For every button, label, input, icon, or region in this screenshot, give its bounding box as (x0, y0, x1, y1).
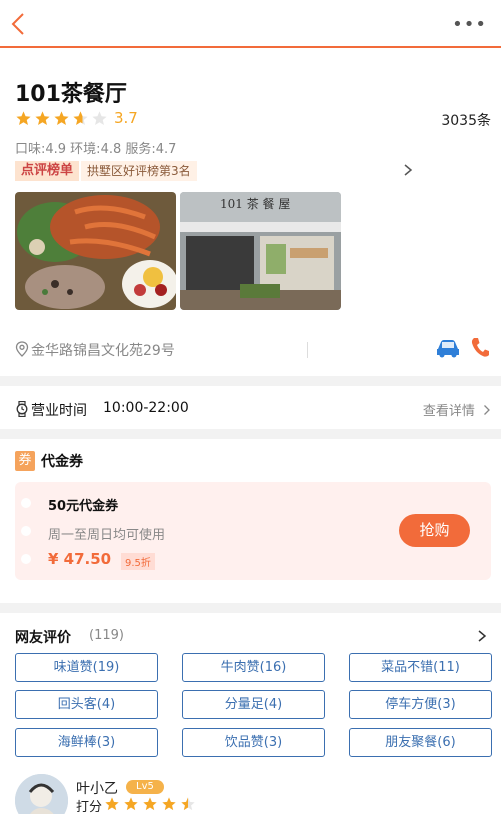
section-divider (0, 429, 501, 439)
ranking-badge: 点评榜单 (15, 161, 80, 181)
divider (307, 342, 308, 358)
reviews-count: (119) (89, 628, 124, 643)
chevron-right-icon[interactable] (477, 628, 487, 644)
half-star-icon (73, 110, 88, 125)
chevron-right-icon (484, 405, 490, 415)
voucher-discount: 9.5折 (121, 553, 155, 570)
voucher-section-title: 代金券 (41, 454, 83, 470)
chevron-left-icon[interactable] (8, 10, 30, 38)
buy-button[interactable]: 抢购 (399, 514, 470, 547)
reviews-header[interactable]: 网友评价 (119) (15, 626, 491, 646)
sub-scores: 口味:4.9 环境:4.8 服务:4.7 (15, 142, 177, 157)
star-icon (162, 797, 176, 811)
bullet-dot (21, 526, 31, 536)
review-tag[interactable]: 分量足(4) (182, 690, 325, 719)
photo-gallery[interactable]: 101 茶 餐 屋 (15, 192, 341, 310)
voucher-description: 周一至周日均可使用 (48, 528, 166, 543)
rating-value: 3.7 (114, 109, 138, 127)
section-divider (0, 603, 501, 613)
star-icon (16, 110, 31, 125)
view-details-link[interactable]: 查看详情 (423, 400, 491, 419)
half-star-icon (181, 797, 195, 811)
review-tag[interactable]: 回头客(4) (15, 690, 158, 719)
review-tag[interactable]: 饮品赞(3) (182, 728, 325, 757)
reviews-title: 网友评价 (15, 630, 71, 646)
empty-star-icon (92, 110, 107, 125)
score-label: 打分 (76, 800, 103, 814)
location-icon (15, 341, 29, 357)
ranking-row[interactable]: 点评榜单 拱墅区好评榜第3名 (15, 160, 405, 182)
user-rating-stars (104, 796, 199, 812)
voucher-price: ¥ 47.50 (48, 550, 112, 568)
top-bar: ••• (0, 0, 501, 48)
view-details-label: 查看详情 (422, 404, 475, 419)
avatar[interactable] (15, 774, 68, 814)
car-icon[interactable] (435, 338, 461, 358)
food-photo[interactable] (15, 192, 176, 310)
section-divider (0, 376, 501, 386)
phone-icon[interactable] (470, 336, 490, 358)
voucher-header: 券 代金券 (15, 451, 83, 471)
review-tag[interactable]: 海鲜棒(3) (15, 728, 158, 757)
chevron-right-icon[interactable] (403, 162, 413, 178)
more-icon[interactable]: ••• (452, 16, 487, 34)
address-row[interactable]: 金华路锦昌文化苑29号 (15, 338, 491, 360)
star-icon (143, 797, 157, 811)
shop-name: 101茶餐厅 (15, 82, 127, 107)
voucher-icon: 券 (15, 451, 35, 471)
hours-label: 营业时间 (31, 403, 87, 419)
voucher-name: 50元代金券 (48, 499, 119, 514)
review-tag[interactable]: 牛肉赞(16) (182, 653, 325, 682)
review-tag[interactable]: 味道赞(19) (15, 653, 158, 682)
bullet-dot (21, 554, 31, 564)
star-icon (54, 110, 69, 125)
star-icon (35, 110, 50, 125)
business-hours-row[interactable]: 营业时间 10:00-22:00 查看详情 (15, 398, 491, 420)
star-icon (124, 797, 138, 811)
shop-rating-stars: 3.7 (15, 108, 138, 128)
star-icon (105, 797, 119, 811)
ranking-text: 拱墅区好评榜第3名 (81, 161, 197, 181)
review-author[interactable]: 叶小乙 Lv5 打分 (15, 774, 315, 814)
review-tag[interactable]: 菜品不错(11) (349, 653, 492, 682)
user-name[interactable]: 叶小乙 (76, 778, 118, 798)
review-tag[interactable]: 停车方便(3) (349, 690, 492, 719)
user-level-badge: Lv5 (126, 780, 164, 794)
address-text: 金华路锦昌文化苑29号 (31, 343, 175, 359)
storefront-sign-text: 101 茶 餐 屋 (220, 196, 290, 211)
review-tag[interactable]: 朋友聚餐(6) (349, 728, 492, 757)
review-count[interactable]: 3035条 (441, 110, 491, 130)
watch-icon (16, 401, 28, 417)
bullet-dot (21, 498, 31, 508)
storefront-photo[interactable]: 101 茶 餐 屋 (180, 192, 341, 310)
hours-value: 10:00-22:00 (103, 400, 189, 416)
voucher-card[interactable]: 50元代金券 周一至周日均可使用 ¥ 47.50 9.5折 抢购 (15, 482, 491, 580)
